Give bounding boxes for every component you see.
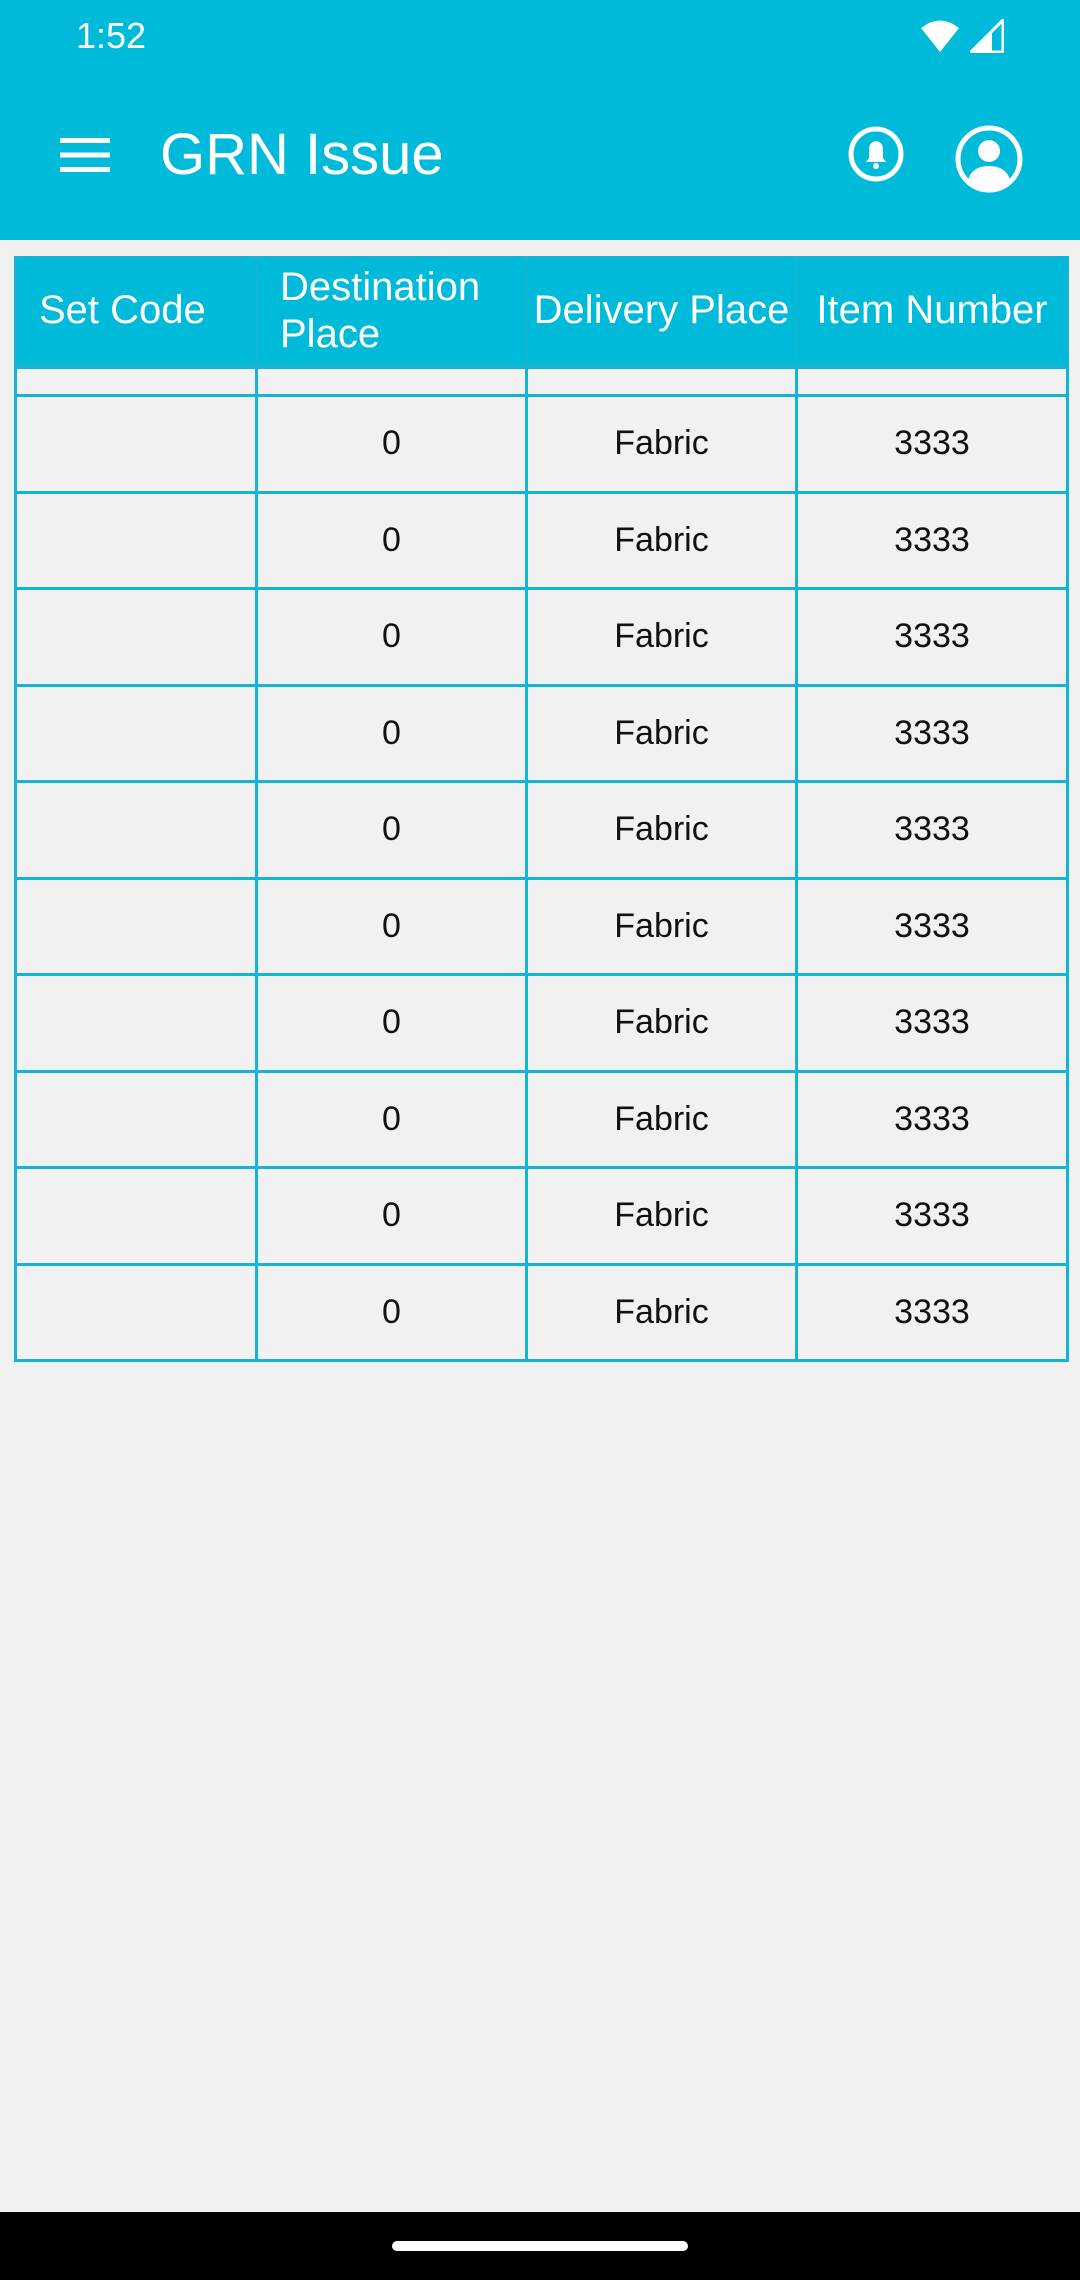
table-row[interactable]: 0 Fabric 3333 xyxy=(14,394,1069,494)
cell-destination-place: 0 xyxy=(255,1166,528,1266)
cell-item-number: 3333 xyxy=(795,876,1069,976)
table-cell xyxy=(255,364,528,397)
account-profile-icon[interactable] xyxy=(954,124,1024,194)
table-row[interactable]: 0 Fabric 3333 xyxy=(14,876,1069,976)
cell-set-code xyxy=(14,876,258,976)
notification-bell-icon[interactable] xyxy=(848,126,904,182)
cell-set-code xyxy=(14,490,258,590)
cell-item-number: 3333 xyxy=(795,1069,1069,1169)
cell-item-number: 3333 xyxy=(795,683,1069,783)
status-icons xyxy=(920,14,1004,58)
grn-issue-table: Set Code Destination Place Delivery Plac… xyxy=(14,256,1069,1362)
cell-delivery-place: Fabric xyxy=(525,876,798,976)
table-row[interactable]: 0 Fabric 3333 xyxy=(14,973,1069,1073)
table-cell xyxy=(795,364,1069,397)
cell-delivery-place: Fabric xyxy=(525,973,798,1073)
table-row[interactable]: 0 Fabric 3333 xyxy=(14,1262,1069,1362)
cell-destination-place: 0 xyxy=(255,490,528,590)
cell-destination-place: 0 xyxy=(255,780,528,880)
header-delivery-place: Delivery Place xyxy=(525,256,798,369)
cell-item-number: 3333 xyxy=(795,780,1069,880)
cell-destination-place: 0 xyxy=(255,973,528,1073)
table-row-partial xyxy=(14,364,1069,397)
cell-item-number: 3333 xyxy=(795,394,1069,494)
system-navigation-bar xyxy=(0,2212,1080,2280)
table-row[interactable]: 0 Fabric 3333 xyxy=(14,1069,1069,1169)
cell-set-code xyxy=(14,1262,258,1362)
table-row[interactable]: 0 Fabric 3333 xyxy=(14,1166,1069,1266)
cell-set-code xyxy=(14,394,258,494)
table-row[interactable]: 0 Fabric 3333 xyxy=(14,490,1069,590)
cell-item-number: 3333 xyxy=(795,973,1069,1073)
cell-set-code xyxy=(14,587,258,687)
cell-destination-place: 0 xyxy=(255,876,528,976)
cell-destination-place: 0 xyxy=(255,1262,528,1362)
cell-destination-place: 0 xyxy=(255,394,528,494)
cell-delivery-place: Fabric xyxy=(525,394,798,494)
cell-item-number: 3333 xyxy=(795,1262,1069,1362)
menu-icon[interactable] xyxy=(58,136,112,174)
cell-destination-place: 0 xyxy=(255,683,528,783)
status-time: 1:52 xyxy=(76,15,147,56)
cell-delivery-place: Fabric xyxy=(525,1069,798,1169)
cell-delivery-place: Fabric xyxy=(525,1166,798,1266)
cell-delivery-place: Fabric xyxy=(525,1262,798,1362)
grn-table-container[interactable]: Set Code Destination Place Delivery Plac… xyxy=(14,256,1069,1362)
cell-delivery-place: Fabric xyxy=(525,683,798,783)
cell-item-number: 3333 xyxy=(795,587,1069,687)
header-set-code: Set Code xyxy=(14,256,258,369)
cell-delivery-place: Fabric xyxy=(525,587,798,687)
header-item-number: Item Number xyxy=(795,256,1069,369)
cell-set-code xyxy=(14,683,258,783)
cell-destination-place: 0 xyxy=(255,587,528,687)
cell-destination-place: 0 xyxy=(255,1069,528,1169)
cell-set-code xyxy=(14,1069,258,1169)
table-row[interactable]: 0 Fabric 3333 xyxy=(14,587,1069,687)
cell-delivery-place: Fabric xyxy=(525,780,798,880)
home-indicator[interactable] xyxy=(392,2241,688,2251)
cell-item-number: 3333 xyxy=(795,490,1069,590)
table-cell xyxy=(14,364,258,397)
cell-set-code xyxy=(14,973,258,1073)
wifi-icon xyxy=(921,20,959,52)
header-destination-place: Destination Place xyxy=(255,256,528,369)
table-header-row: Set Code Destination Place Delivery Plac… xyxy=(14,256,1069,369)
signal-icon xyxy=(970,19,1004,53)
table-row[interactable]: 0 Fabric 3333 xyxy=(14,683,1069,783)
page-title: GRN Issue xyxy=(160,122,444,187)
app-bar: 1:52 GRN Issue xyxy=(0,0,1080,240)
cell-set-code xyxy=(14,1166,258,1266)
cell-delivery-place: Fabric xyxy=(525,490,798,590)
table-row[interactable]: 0 Fabric 3333 xyxy=(14,780,1069,880)
cell-set-code xyxy=(14,780,258,880)
cell-item-number: 3333 xyxy=(795,1166,1069,1266)
table-cell xyxy=(525,364,798,397)
